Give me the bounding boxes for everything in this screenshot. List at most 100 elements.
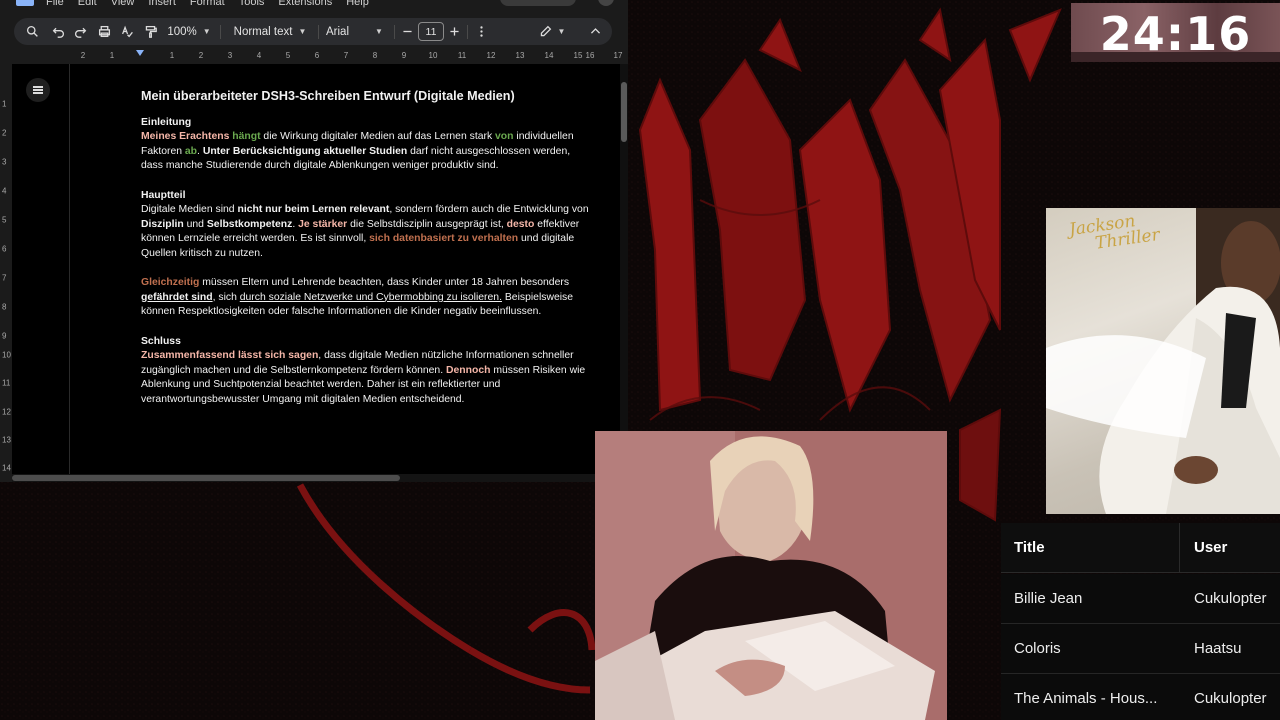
text-run: nicht nur beim Lernen relevant bbox=[237, 204, 390, 216]
text-run: Meines Erachtens bbox=[141, 131, 230, 143]
horizontal-scrollbar[interactable] bbox=[12, 474, 620, 482]
ruler-label: 8 bbox=[2, 302, 7, 312]
redo-icon[interactable] bbox=[70, 18, 90, 45]
song-user: Cukulopter bbox=[1194, 690, 1267, 707]
ruler-label: 2 bbox=[2, 128, 7, 138]
scrollbar-thumb[interactable] bbox=[12, 475, 400, 481]
ruler-label: 8 bbox=[372, 51, 378, 60]
font-family-value: Arial bbox=[326, 25, 350, 38]
section-heading-intro: Einleitung bbox=[141, 116, 192, 128]
indent-marker[interactable] bbox=[136, 50, 144, 56]
ruler-label: 15 bbox=[573, 51, 583, 60]
toolbar-divider bbox=[220, 25, 221, 39]
more-icon[interactable] bbox=[474, 18, 488, 45]
scrollbar-thumb[interactable] bbox=[621, 82, 627, 142]
toolbar-divider bbox=[394, 25, 395, 39]
ruler-label: 4 bbox=[256, 51, 262, 60]
horizontal-ruler[interactable]: 2 1 1 2 3 4 5 6 7 8 9 10 11 12 13 14 15 … bbox=[68, 49, 624, 63]
text-run: die Wirkung digitaler Medien auf das Ler… bbox=[263, 131, 493, 143]
paragraph-main-2: Gleichzeitig müssen Eltern und Lehrende … bbox=[141, 276, 591, 320]
column-header-user[interactable]: User bbox=[1194, 523, 1227, 573]
account-avatar[interactable] bbox=[598, 0, 614, 6]
text-run: . bbox=[197, 145, 200, 157]
menu-bar: File Edit View Insert Format Tools Exten… bbox=[0, 0, 628, 9]
paint-format-icon[interactable] bbox=[140, 18, 160, 45]
search-icon[interactable] bbox=[22, 18, 42, 45]
vertical-ruler[interactable]: 1 2 3 4 5 6 7 8 9 10 11 12 13 14 bbox=[0, 64, 12, 474]
minus-icon[interactable] bbox=[400, 18, 414, 45]
spellcheck-icon[interactable] bbox=[117, 18, 137, 45]
ruler-label: 10 bbox=[428, 51, 438, 60]
text-run: Je stärker bbox=[298, 218, 348, 230]
menu-help[interactable]: Help bbox=[346, 0, 369, 8]
toolbar-divider bbox=[467, 25, 468, 39]
text-run: Gleichzeitig bbox=[141, 277, 200, 289]
menu-view[interactable]: View bbox=[111, 0, 135, 8]
print-icon[interactable] bbox=[94, 18, 114, 45]
ruler-label: 11 bbox=[457, 51, 467, 60]
text-run: Selbstkompetenz bbox=[206, 218, 293, 230]
edit-mode-icon bbox=[540, 25, 551, 37]
ruler-label: 14 bbox=[544, 51, 554, 60]
ruler-label: 1 bbox=[169, 51, 175, 60]
vertical-scrollbar[interactable] bbox=[620, 64, 628, 474]
plus-icon[interactable] bbox=[447, 18, 461, 45]
menu-extensions[interactable]: Extensions bbox=[278, 0, 332, 8]
text-run: sich datenbasiert zu verhalten bbox=[369, 233, 519, 245]
table-header: Title User bbox=[1001, 523, 1280, 573]
document-body[interactable]: Mein überarbeiteter DSH3-Schreiben Entwu… bbox=[141, 89, 591, 422]
table-row[interactable]: Billie Jean Cukulopter bbox=[1001, 574, 1280, 624]
font-size-input[interactable]: 11 bbox=[418, 22, 444, 41]
section-heading-main: Hauptteil bbox=[141, 189, 186, 201]
text-run: Unter Berücksichtigung aktueller Studien bbox=[202, 145, 408, 157]
menu-edit[interactable]: Edit bbox=[78, 0, 97, 8]
ruler-label: 9 bbox=[401, 51, 407, 60]
ruler-label: 3 bbox=[2, 157, 7, 167]
chevron-down-icon: ▼ bbox=[375, 27, 383, 36]
chevron-down-icon: ▼ bbox=[557, 27, 566, 36]
edit-mode-button[interactable]: ▼ bbox=[532, 18, 572, 45]
ruler-label: 11 bbox=[2, 378, 11, 388]
paragraph-style-select[interactable]: Normal text ▼ bbox=[228, 18, 312, 45]
collapse-icon[interactable] bbox=[586, 18, 604, 45]
zoom-select[interactable]: 100% ▼ bbox=[164, 18, 214, 45]
text-run: . bbox=[292, 218, 296, 230]
document-title: Mein überarbeiteter DSH3-Schreiben Entwu… bbox=[141, 89, 515, 103]
text-run: durch soziale Netzwerke und Cybermobbing… bbox=[239, 291, 502, 303]
ruler-label: 1 bbox=[2, 99, 7, 109]
zoom-value: 100% bbox=[167, 25, 197, 38]
font-family-select[interactable]: Arial ▼ bbox=[326, 18, 390, 45]
ruler-label: 14 bbox=[2, 463, 11, 473]
text-run: Disziplin bbox=[141, 218, 184, 230]
undo-icon[interactable] bbox=[48, 18, 68, 45]
menu-tools[interactable]: Tools bbox=[239, 0, 265, 8]
chevron-down-icon: ▼ bbox=[202, 27, 211, 36]
ruler-label: 2 bbox=[198, 51, 204, 60]
ruler-label: 5 bbox=[285, 51, 291, 60]
ruler-label: 16 bbox=[585, 51, 595, 60]
menu-file[interactable]: File bbox=[46, 0, 64, 8]
menu-insert[interactable]: Insert bbox=[148, 0, 176, 8]
ruler-label: 3 bbox=[227, 51, 233, 60]
table-row[interactable]: The Animals - Hous... Cukulopter bbox=[1001, 674, 1280, 720]
ruler-label: 7 bbox=[2, 273, 7, 283]
document-outline-button[interactable] bbox=[26, 78, 50, 102]
text-run: Zusammenfassend lässt sich sagen bbox=[141, 350, 319, 362]
ruler-label: 5 bbox=[2, 215, 7, 225]
column-header-title[interactable]: Title bbox=[1014, 523, 1164, 573]
section-heading-conclusion: Schluss bbox=[141, 335, 181, 347]
text-run: desto bbox=[506, 218, 535, 230]
menu-format[interactable]: Format bbox=[190, 0, 225, 8]
ruler-label: 13 bbox=[515, 51, 525, 60]
table-row[interactable]: Coloris Haatsu bbox=[1001, 624, 1280, 674]
webcam-image bbox=[595, 431, 947, 720]
timer-overlay: 24:16 bbox=[1071, 3, 1280, 62]
paragraph-main-1: Digitale Medien sind nicht nur beim Lern… bbox=[141, 203, 591, 261]
text-run: ab bbox=[184, 145, 198, 157]
docs-logo-icon[interactable] bbox=[16, 0, 34, 6]
ruler-label: 13 bbox=[2, 435, 11, 445]
share-button[interactable] bbox=[500, 0, 576, 6]
timer-value: 24:16 bbox=[1099, 7, 1252, 61]
ruler-label: 10 bbox=[2, 350, 11, 360]
column-divider bbox=[1179, 523, 1180, 573]
